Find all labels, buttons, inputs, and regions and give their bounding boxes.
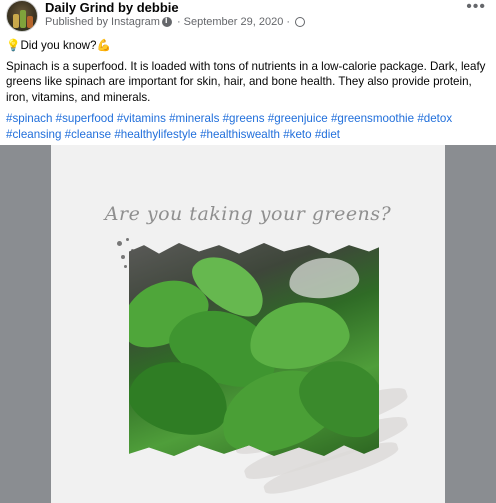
decor-dot: [126, 238, 129, 241]
image-headline: Are you taking your greens?: [104, 203, 392, 225]
info-icon[interactable]: [161, 15, 172, 27]
lightbulb-icon: 💡: [6, 39, 21, 52]
spinach-photo: [129, 243, 379, 456]
hashtag[interactable]: #cleansing: [6, 128, 61, 141]
lead-text: Did you know?: [20, 39, 97, 52]
page-avatar[interactable]: [6, 0, 38, 32]
hashtag[interactable]: #greensmoothie: [331, 112, 414, 125]
decor-dot: [117, 241, 122, 246]
image-card: Are you taking your greens?: [51, 145, 445, 503]
hashtag[interactable]: #healthiswealth: [200, 128, 280, 141]
flexed-biceps-icon: 💪: [96, 39, 111, 52]
hashtag[interactable]: #cleanse: [65, 128, 111, 141]
facebook-post: Daily Grind by debbie Published by Insta…: [0, 0, 496, 503]
hashtag[interactable]: #minerals: [169, 112, 219, 125]
decor-dot: [124, 265, 127, 268]
published-by: Published by Instagram: [45, 16, 160, 28]
hashtag[interactable]: #detox: [417, 112, 452, 125]
hashtag[interactable]: #superfood: [56, 112, 114, 125]
decor-dot: [121, 255, 125, 259]
more-options-icon[interactable]: •••: [466, 0, 486, 15]
globe-icon: [294, 17, 305, 27]
separator-dot: ·: [286, 16, 290, 28]
hashtag[interactable]: #spinach: [6, 112, 52, 125]
hashtag[interactable]: #vitamins: [117, 112, 166, 125]
author-name[interactable]: Daily Grind by debbie: [45, 0, 179, 15]
hashtag[interactable]: #greens: [223, 112, 265, 125]
post-date[interactable]: September 29, 2020: [184, 16, 284, 28]
hashtag[interactable]: #keto: [283, 128, 311, 141]
hashtag[interactable]: #greenjuice: [268, 112, 328, 125]
post-image[interactable]: Are you taking your greens?: [0, 145, 496, 503]
hashtag-list: #spinach #superfood #vitamins #minerals …: [6, 111, 490, 142]
hashtag[interactable]: #healthylifestyle: [114, 128, 197, 141]
post-text: 💡Did you know?💪 Spinach is a superfood. …: [6, 38, 490, 142]
separator-dot: ·: [176, 16, 181, 28]
hashtag[interactable]: #diet: [315, 128, 340, 141]
post-body: Spinach is a superfood. It is loaded wit…: [6, 59, 486, 104]
post-lead: 💡Did you know?💪: [6, 38, 490, 54]
post-header: Daily Grind by debbie Published by Insta…: [0, 0, 496, 34]
post-meta: Published by Instagram · September 29, 2…: [45, 15, 307, 28]
bowl-rim: [287, 255, 361, 301]
